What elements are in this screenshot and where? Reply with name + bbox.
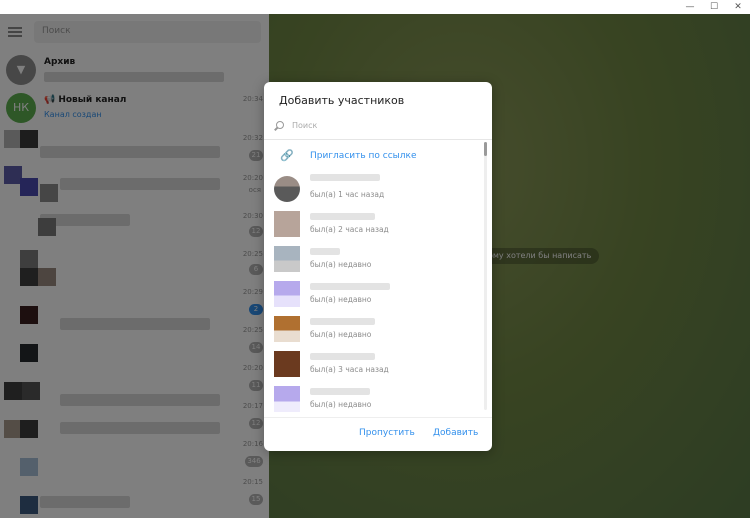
member-status: был(а) недавно <box>310 330 372 339</box>
maximize-button[interactable]: ☐ <box>702 0 726 14</box>
member-name-redacted <box>310 388 370 395</box>
member-row[interactable]: был(а) недавно <box>264 244 484 279</box>
minimize-button[interactable]: — <box>678 0 702 14</box>
member-name-redacted <box>310 318 375 325</box>
invite-by-link-label: Пригласить по ссылке <box>310 151 417 161</box>
avatar <box>274 211 300 237</box>
add-button[interactable]: Добавить <box>433 428 478 438</box>
dialog-title: Добавить участников <box>279 94 405 107</box>
member-name-redacted <box>310 353 375 360</box>
member-status: был(а) 3 часа назад <box>310 365 389 374</box>
search-placeholder: Поиск <box>292 121 318 130</box>
invite-by-link-button[interactable]: 🔗 Пригласить по ссылке <box>264 145 484 167</box>
member-status: был(а) недавно <box>310 260 372 269</box>
skip-button[interactable]: Пропустить <box>359 428 415 438</box>
dialog-footer: Пропустить Добавить <box>264 417 492 451</box>
member-name-redacted <box>310 213 375 220</box>
divider <box>264 139 492 140</box>
member-row[interactable]: был(а) 3 часа назад <box>264 349 484 384</box>
avatar <box>274 176 300 202</box>
member-row[interactable]: был(а) недавно <box>264 314 484 349</box>
window-titlebar: — ☐ ✕ <box>0 0 750 14</box>
member-status: был(а) недавно <box>310 295 372 304</box>
member-status: был(а) недавно <box>310 400 372 409</box>
close-button[interactable]: ✕ <box>726 0 750 14</box>
avatar <box>274 351 300 377</box>
member-name-redacted <box>310 283 390 290</box>
member-list-scrollbar[interactable] <box>484 142 487 410</box>
member-name-redacted <box>310 174 380 181</box>
avatar <box>274 281 300 307</box>
member-status: был(а) 1 час назад <box>310 190 385 199</box>
link-icon: 🔗 <box>280 149 294 162</box>
search-icon <box>276 121 284 129</box>
avatar <box>274 386 300 412</box>
member-row[interactable]: был(а) 2 часа назад <box>264 209 484 244</box>
dialog-search-input[interactable]: Поиск <box>274 118 482 136</box>
add-members-dialog: Добавить участников Поиск 🔗 Пригласить п… <box>264 82 492 451</box>
avatar <box>274 246 300 272</box>
avatar <box>274 316 300 342</box>
member-row[interactable]: был(а) 1 час назад <box>264 174 484 209</box>
scrollbar-thumb[interactable] <box>484 142 487 156</box>
member-row[interactable]: был(а) недавно <box>264 279 484 314</box>
member-status: был(а) 2 часа назад <box>310 225 389 234</box>
member-name-redacted <box>310 248 340 255</box>
member-row[interactable]: был(а) недавно <box>264 384 484 419</box>
